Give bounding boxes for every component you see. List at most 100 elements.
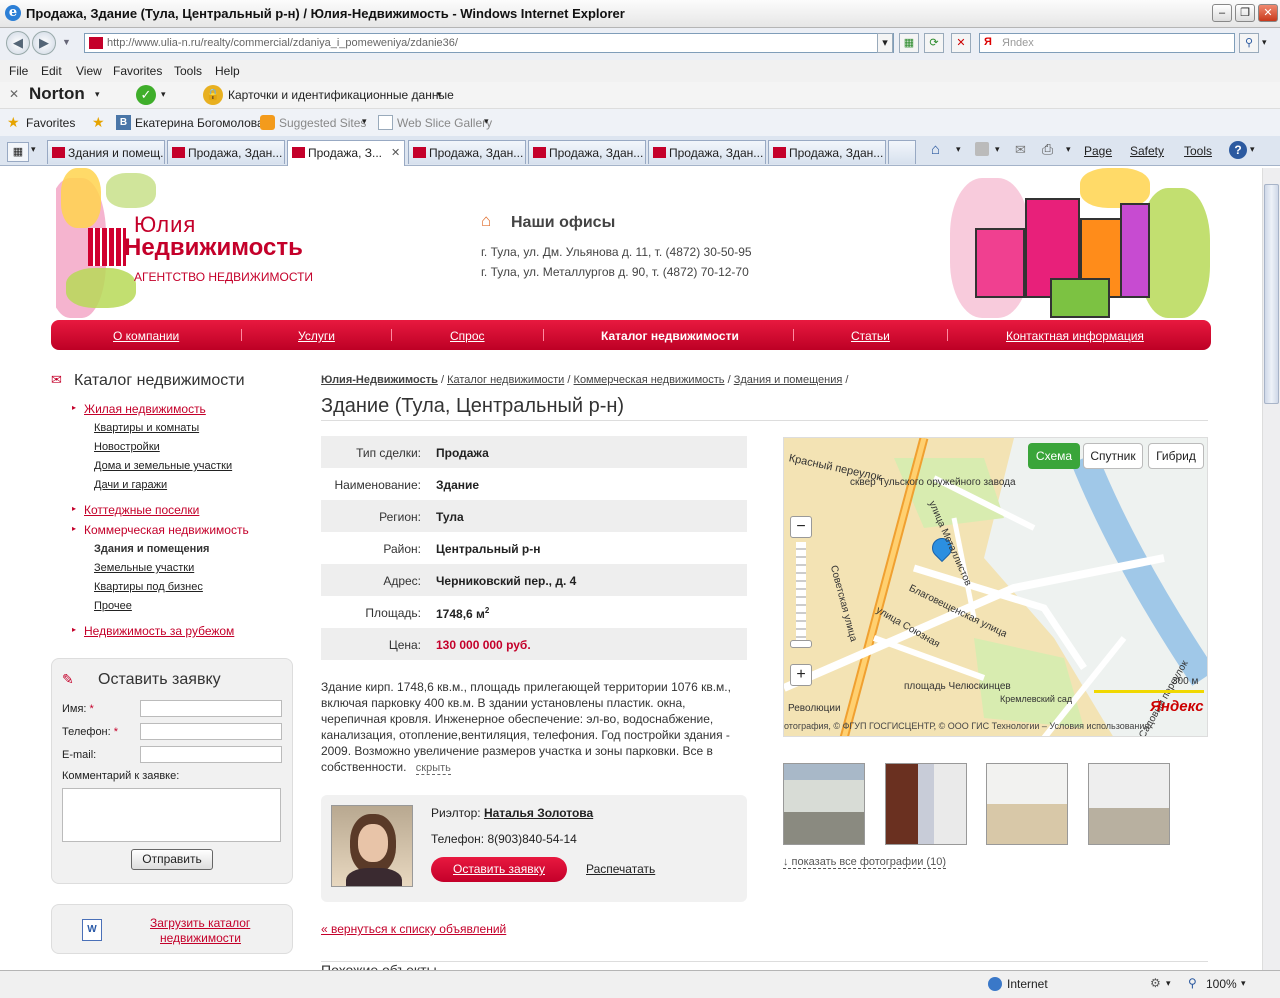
- print-dropdown-icon[interactable]: ▾: [1066, 144, 1071, 155]
- new-tab-button[interactable]: [888, 140, 916, 164]
- forward-button[interactable]: ▶: [32, 31, 56, 55]
- tab-list-dropdown-icon[interactable]: ▾: [31, 144, 36, 155]
- home-dropdown-icon[interactable]: ▾: [956, 144, 961, 155]
- location-map[interactable]: Схема Спутник Гибрид − + Красный переуло…: [783, 437, 1208, 737]
- url-dropdown-button[interactable]: ▾: [877, 33, 893, 53]
- close-tab-icon[interactable]: ✕: [391, 146, 400, 159]
- favorite-link-vk[interactable]: Екатерина Богомолова: [135, 116, 264, 130]
- tab-7[interactable]: Продажа, Здан...: [768, 140, 886, 164]
- realtor-name-link[interactable]: Наталья Золотова: [484, 806, 593, 820]
- menu-favorites[interactable]: Favorites: [113, 64, 162, 78]
- add-favorites-icon[interactable]: ★: [92, 114, 105, 131]
- norton-logo[interactable]: Norton: [29, 84, 85, 104]
- zoom-slider[interactable]: [796, 542, 806, 642]
- menu-tools[interactable]: Tools: [174, 64, 202, 78]
- scrollbar-thumb[interactable]: [1264, 184, 1279, 404]
- site-logo[interactable]: Юлия Недвижимость АГЕНТСТВО НЕДВИЖИМОСТИ: [56, 168, 336, 318]
- menu-view[interactable]: View: [76, 64, 102, 78]
- breadcrumb-home[interactable]: Юлия-Недвижимость: [321, 374, 438, 386]
- building-photo-1[interactable]: [783, 763, 865, 845]
- menu-edit[interactable]: Edit: [41, 64, 62, 78]
- realtor-request-button[interactable]: Оставить заявку: [431, 857, 567, 882]
- close-toolbar-icon[interactable]: ✕: [9, 87, 19, 101]
- sidebar-business-flats[interactable]: Квартиры под бизнес: [94, 581, 203, 593]
- nav-services[interactable]: Услуги: [298, 329, 335, 343]
- favorites-button[interactable]: Favorites: [26, 116, 75, 130]
- tab-5[interactable]: Продажа, Здан...: [528, 140, 646, 164]
- sidebar-land[interactable]: Земельные участки: [94, 562, 194, 574]
- page-scrollbar[interactable]: [1262, 168, 1280, 970]
- download-link-line1[interactable]: Загрузить каталог: [150, 916, 250, 930]
- phone-input[interactable]: [140, 723, 282, 740]
- minimize-button[interactable]: –: [1212, 4, 1232, 22]
- sidebar-dachas[interactable]: Дачи и гаражи: [94, 479, 167, 491]
- stop-icon[interactable]: ✕: [951, 33, 971, 53]
- breadcrumb-catalog[interactable]: Каталог недвижимости: [447, 374, 564, 386]
- zoom-level[interactable]: 100%: [1206, 977, 1237, 991]
- tab-4[interactable]: Продажа, Здан...: [408, 140, 526, 164]
- sidebar-residential[interactable]: Жилая недвижимость: [84, 402, 206, 416]
- protected-mode-dropdown-icon[interactable]: ▾: [1166, 978, 1171, 989]
- menu-file[interactable]: File: [9, 64, 28, 78]
- sidebar-houses[interactable]: Дома и земельные участки: [94, 460, 232, 472]
- building-photo-4[interactable]: [1088, 763, 1170, 845]
- nav-contacts[interactable]: Контактная информация: [1006, 329, 1144, 343]
- page-menu[interactable]: Page: [1084, 144, 1112, 158]
- web-slice-dropdown-icon[interactable]: ▾: [484, 116, 489, 127]
- sidebar-abroad[interactable]: Недвижимость за рубежом: [84, 624, 234, 638]
- nav-catalog[interactable]: Каталог недвижимости: [601, 329, 739, 343]
- hide-description-link[interactable]: скрыть: [415, 762, 451, 775]
- building-photo-2[interactable]: [885, 763, 967, 845]
- download-link-line2[interactable]: недвижимости: [160, 931, 241, 945]
- submit-button[interactable]: Отправить: [131, 849, 213, 870]
- nav-demand[interactable]: Спрос: [450, 329, 485, 343]
- zoom-in-icon[interactable]: +: [790, 664, 812, 686]
- url-field[interactable]: http://www.ulia-n.ru/realty/commercial/z…: [84, 33, 894, 53]
- identity-cards-menu[interactable]: Карточки и идентификационные данные: [228, 88, 454, 102]
- tab-2[interactable]: Продажа, Здан...: [167, 140, 285, 164]
- nav-articles[interactable]: Статьи: [851, 329, 890, 343]
- safe-check-icon[interactable]: ✓: [136, 85, 156, 105]
- quick-tabs-icon[interactable]: ▦: [7, 142, 29, 162]
- breadcrumb-buildings[interactable]: Здания и помещения: [734, 374, 843, 386]
- norton-dropdown-icon[interactable]: ▾: [95, 89, 100, 100]
- print-icon[interactable]: ⎙: [1042, 141, 1053, 158]
- recent-pages-dropdown-icon[interactable]: ▼: [62, 37, 71, 47]
- zoom-handle[interactable]: [790, 640, 812, 648]
- help-dropdown-icon[interactable]: ▾: [1250, 144, 1255, 155]
- compatibility-view-icon[interactable]: ▦: [899, 33, 919, 53]
- print-link[interactable]: Распечатать: [586, 862, 655, 876]
- web-slice-gallery-link[interactable]: Web Slice Gallery: [397, 116, 492, 130]
- tab-1[interactable]: Здания и помещ...: [47, 140, 165, 164]
- building-photo-3[interactable]: [986, 763, 1068, 845]
- help-icon[interactable]: ?: [1229, 141, 1247, 159]
- safe-check-dropdown-icon[interactable]: ▾: [161, 89, 166, 100]
- tab-3-active[interactable]: Продажа, З... ✕: [287, 140, 405, 166]
- sidebar-commercial[interactable]: Коммерческая недвижимость: [84, 523, 249, 537]
- zoom-dropdown-icon[interactable]: ▾: [1241, 978, 1246, 989]
- feeds-dropdown-icon[interactable]: ▾: [995, 144, 1000, 155]
- maximize-button[interactable]: ❐: [1235, 4, 1255, 22]
- zoom-out-icon[interactable]: −: [790, 516, 812, 538]
- menu-help[interactable]: Help: [215, 64, 240, 78]
- refresh-icon[interactable]: ⟳: [924, 33, 944, 53]
- search-options-icon[interactable]: ▾: [1262, 37, 1267, 48]
- back-button[interactable]: ◀: [6, 31, 30, 55]
- safety-menu[interactable]: Safety: [1130, 144, 1164, 158]
- breadcrumb-commercial[interactable]: Коммерческая недвижимость: [574, 374, 725, 386]
- comment-textarea[interactable]: [62, 788, 281, 842]
- name-input[interactable]: [140, 700, 282, 717]
- tab-6[interactable]: Продажа, Здан...: [648, 140, 766, 164]
- sidebar-buildings-current[interactable]: Здания и помещения: [94, 543, 209, 555]
- suggested-dropdown-icon[interactable]: ▾: [362, 116, 367, 127]
- back-to-list-link[interactable]: « вернуться к списку объявлений: [321, 922, 506, 936]
- sidebar-cottages[interactable]: Коттеджные поселки: [84, 503, 199, 517]
- search-input[interactable]: Я Яndex: [979, 33, 1235, 53]
- search-icon[interactable]: ⚲: [1239, 33, 1259, 53]
- map-scheme-button[interactable]: Схема: [1028, 443, 1080, 469]
- close-window-button[interactable]: ✕: [1258, 4, 1278, 22]
- show-all-photos-link[interactable]: ↓ показать все фотографии (10): [783, 856, 946, 869]
- identity-dropdown-icon[interactable]: ▾: [437, 89, 442, 100]
- protected-mode-icon[interactable]: ⚙: [1150, 976, 1161, 990]
- sidebar-other[interactable]: Прочее: [94, 600, 132, 612]
